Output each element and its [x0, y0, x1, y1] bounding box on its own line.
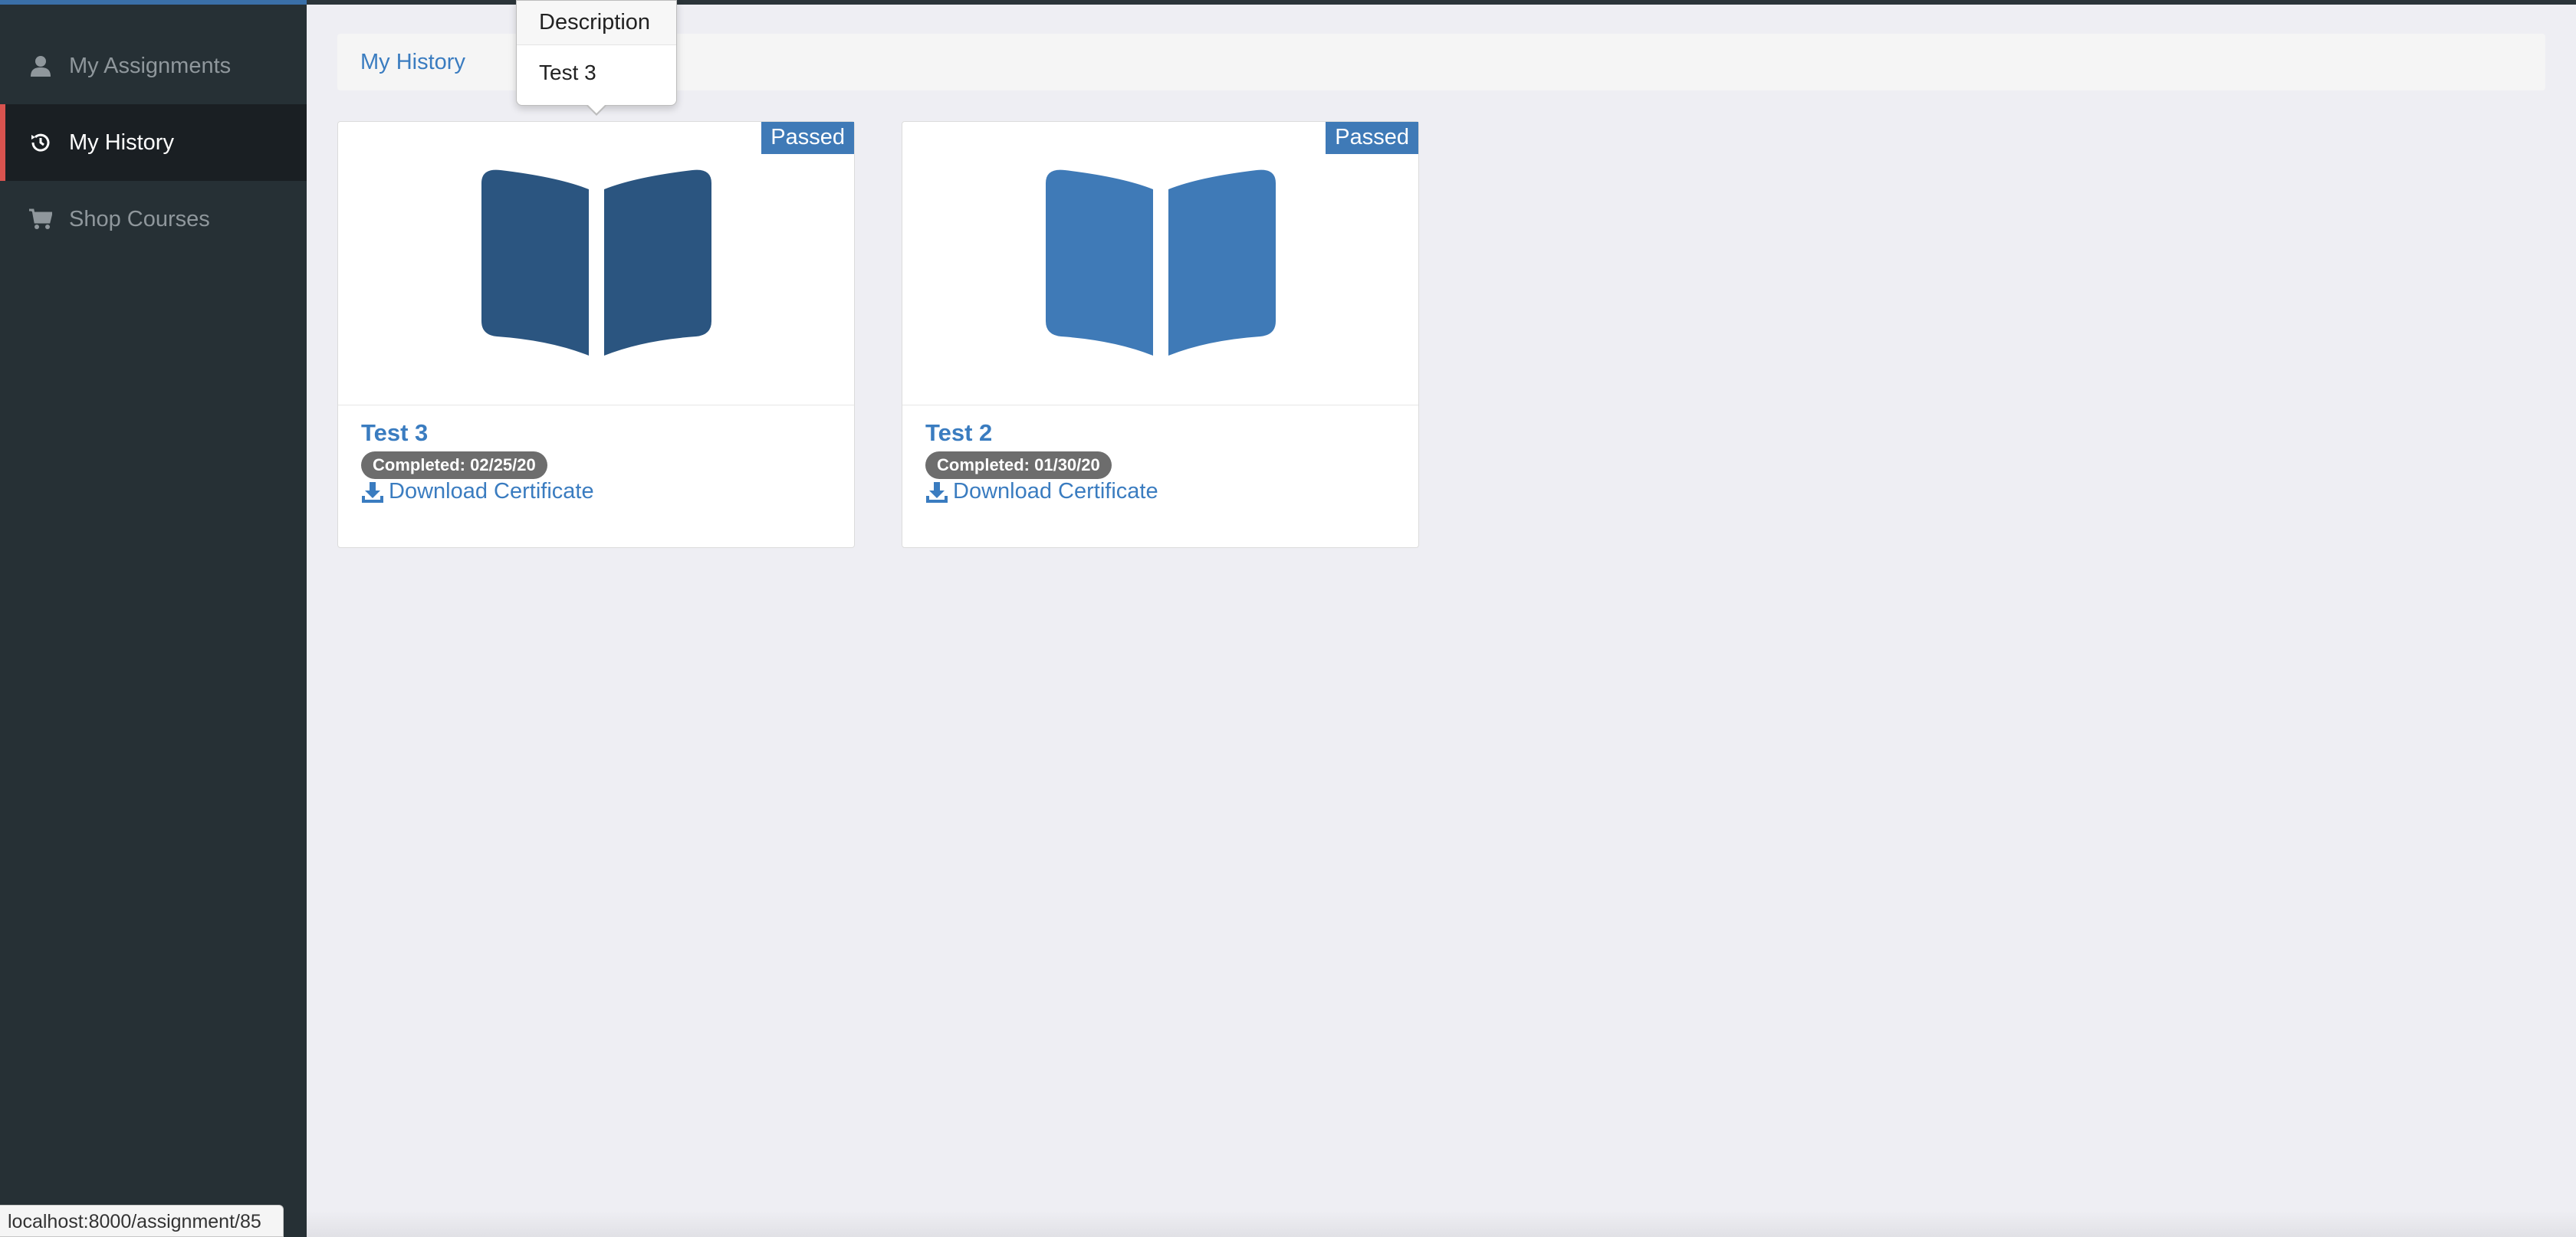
course-title[interactable]: Test 2	[925, 419, 992, 447]
sidebar: My Assignments My History Shop Courses	[0, 5, 307, 1237]
sidebar-item-label: Shop Courses	[69, 206, 210, 231]
status-bar-url: localhost:8000/assignment/85	[0, 1205, 284, 1237]
download-icon	[925, 481, 948, 504]
description-popover: Description Test 3	[516, 0, 677, 116]
card-thumbnail[interactable]	[902, 122, 1418, 405]
status-badge: Passed	[1326, 122, 1418, 154]
sidebar-item-shop-courses[interactable]: Shop Courses	[0, 181, 307, 258]
history-icon	[29, 131, 52, 154]
course-title[interactable]: Test 3	[361, 419, 428, 447]
book-icon	[1045, 169, 1276, 356]
book-icon	[481, 169, 711, 356]
completed-badge: Completed: 01/30/20	[925, 451, 1112, 479]
popover-body: Test 3	[539, 61, 596, 84]
user-icon	[29, 54, 52, 77]
bottom-shadow	[307, 1211, 2576, 1237]
cart-icon	[29, 208, 52, 231]
download-label: Download Certificate	[953, 479, 1158, 504]
card-thumbnail[interactable]	[338, 122, 854, 405]
breadcrumb-link-my-history[interactable]: My History	[360, 50, 465, 75]
popover-title: Description	[517, 1, 676, 45]
status-badge: Passed	[761, 122, 854, 154]
sidebar-item-my-assignments[interactable]: My Assignments	[0, 28, 307, 104]
top-bar	[0, 0, 2576, 5]
download-certificate-link[interactable]: Download Certificate	[361, 479, 594, 504]
sidebar-item-label: My Assignments	[69, 53, 232, 78]
sidebar-item-my-history[interactable]: My History	[0, 104, 307, 181]
popover-arrow-inner	[587, 104, 606, 113]
course-card[interactable]: Passed Test 2 Completed: 01/30/20 Downlo…	[902, 121, 1419, 548]
completed-badge: Completed: 02/25/20	[361, 451, 547, 479]
course-card[interactable]: Passed Test 3 Completed: 02/25/20 Downlo…	[337, 121, 855, 548]
sidebar-item-label: My History	[69, 130, 174, 155]
download-label: Download Certificate	[389, 479, 594, 504]
download-certificate-link[interactable]: Download Certificate	[925, 479, 1158, 504]
download-icon	[361, 481, 384, 504]
